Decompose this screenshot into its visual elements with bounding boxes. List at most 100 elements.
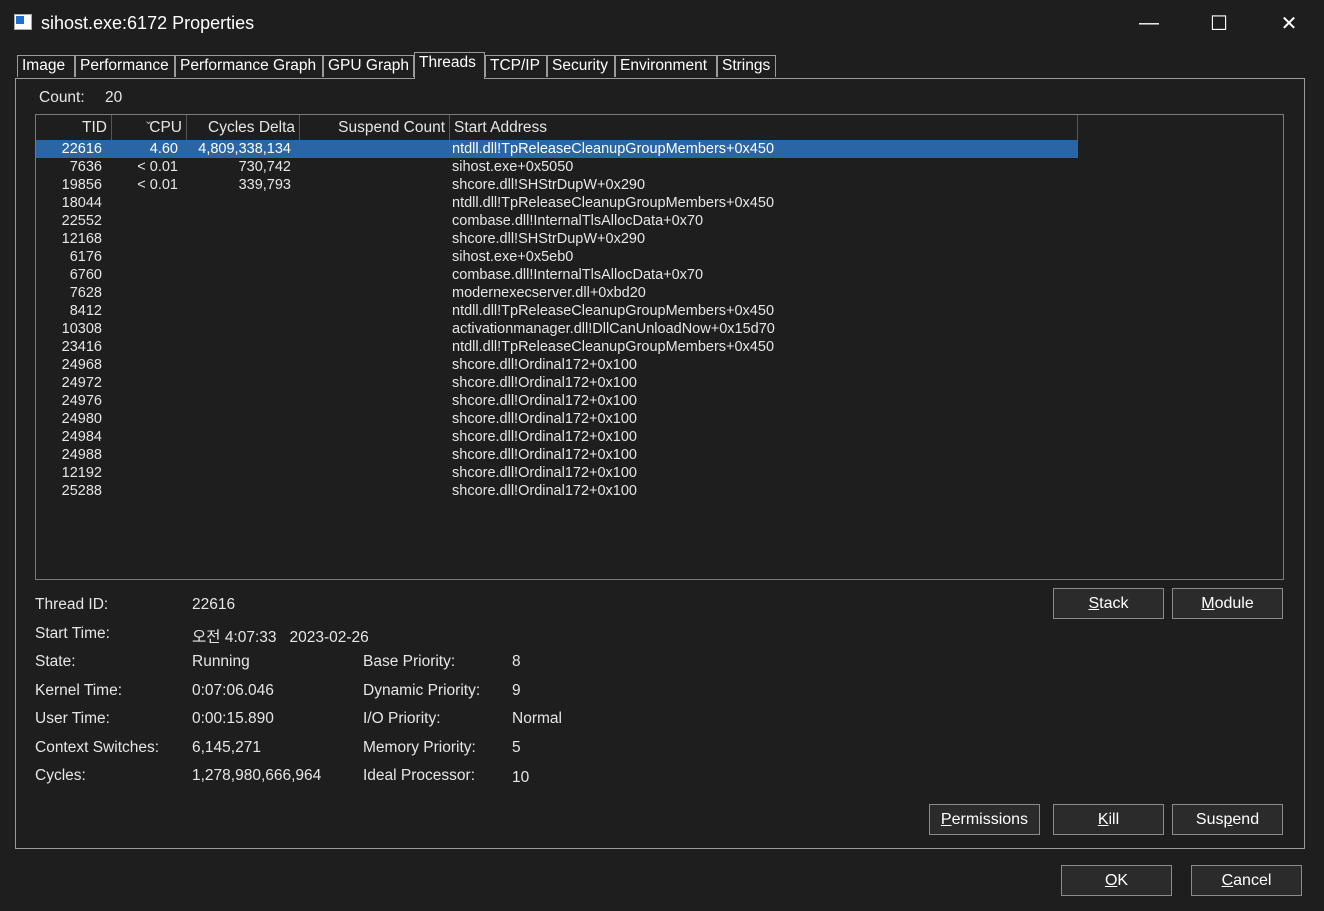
- tid-cell: 24984: [61, 429, 102, 445]
- cycles-delta-cell: 730,742: [238, 159, 291, 175]
- stack-accel: S: [1088, 595, 1100, 612]
- start-address-cell: modernexecserver.dll+0xbd20: [452, 285, 646, 301]
- close-button[interactable]: ✕: [1254, 0, 1324, 46]
- module-accel: M: [1201, 595, 1215, 612]
- maximize-button[interactable]: ☐: [1184, 0, 1254, 46]
- context-switches-value: 6,145,271: [192, 739, 261, 756]
- start-address-cell: shcore.dll!Ordinal172+0x100: [452, 483, 637, 499]
- tid-cell: 10308: [61, 321, 102, 337]
- sort-descending-icon: ⌄: [144, 115, 154, 127]
- table-row[interactable]: 24972 shcore.dll!Ordinal172+0x100: [36, 374, 1078, 392]
- suspend-button[interactable]: Suspend: [1172, 804, 1283, 835]
- tid-cell: 6176: [69, 249, 102, 265]
- table-row[interactable]: 22616 4.60 4,809,338,134 ntdll.dll!TpReleas…: [36, 140, 1078, 158]
- permissions-accel: P: [940, 811, 952, 828]
- thread-list[interactable]: TID ⌄ CPU Cycles Delta Suspend Count Sta…: [35, 114, 1284, 580]
- table-row[interactable]: 12192 shcore.dll!Ordinal172+0x100: [36, 464, 1078, 482]
- cycles-label: Cycles:: [35, 767, 86, 784]
- thread-id-label: Thread ID:: [35, 596, 109, 613]
- tid-cell: 22552: [61, 213, 102, 229]
- permissions-label: ermissions: [951, 811, 1029, 828]
- column-header-suspend-count[interactable]: Suspend Count: [300, 115, 450, 140]
- start-time-label: Start Time:: [35, 625, 110, 642]
- start-address-cell: shcore.dll!Ordinal172+0x100: [452, 375, 637, 391]
- tid-cell: 8412: [69, 303, 102, 319]
- start-address-cell: combase.dll!InternalTlsAllocData+0x70: [452, 213, 704, 229]
- table-row[interactable]: 6760 combase.dll!InternalTlsAllocData+0x7…: [36, 266, 1078, 284]
- list-header: TID ⌄ CPU Cycles Delta Suspend Count Sta…: [36, 115, 1078, 140]
- tab-gpu-graph[interactable]: GPU Graph: [323, 55, 414, 77]
- permissions-button[interactable]: Permissions: [929, 804, 1040, 835]
- stack-label: tack: [1099, 595, 1129, 612]
- table-row[interactable]: 23416 ntdll.dll!TpReleaseCleanupGroupMemb…: [36, 338, 1078, 356]
- tid-cell: 24988: [61, 447, 102, 463]
- table-row[interactable]: 12168 shcore.dll!SHStrDupW+0x290: [36, 230, 1078, 248]
- table-row[interactable]: 24968 shcore.dll!Ordinal172+0x100: [36, 356, 1078, 374]
- ideal-processor-label: Ideal Processor:: [363, 767, 475, 784]
- io-priority-label: I/O Priority:: [363, 710, 441, 727]
- ok-label: K: [1117, 872, 1129, 889]
- tab-tcpip[interactable]: TCP/IP: [485, 55, 547, 77]
- start-address-cell: activationmanager.dll!DllCanUnloadNow+0x…: [452, 321, 775, 337]
- start-address-cell: ntdll.dll!TpReleaseCleanupGroupMembers+0…: [452, 303, 775, 319]
- table-row[interactable]: 19856 < 0.01 339,793 shcore.dll!SHStrDupW+0…: [36, 176, 1078, 194]
- memory-priority-label: Memory Priority:: [363, 739, 476, 756]
- minimize-icon: —: [1139, 11, 1159, 34]
- tid-cell: 24980: [61, 411, 102, 427]
- table-row[interactable]: 22552 combase.dll!InternalTlsAllocData+0x…: [36, 212, 1078, 230]
- start-address-cell: shcore.dll!Ordinal172+0x100: [452, 393, 637, 409]
- table-row[interactable]: 25288 shcore.dll!Ordinal172+0x100: [36, 482, 1078, 500]
- context-switches-label: Context Switches:: [35, 739, 160, 756]
- kill-label: ill: [1108, 811, 1120, 828]
- cancel-button[interactable]: Cancel: [1191, 865, 1302, 896]
- minimize-button[interactable]: —: [1114, 0, 1184, 46]
- table-row[interactable]: 7628 modernexecserver.dll+0xbd20: [36, 284, 1078, 302]
- table-row[interactable]: 6176 sihost.exe+0x5eb0: [36, 248, 1078, 266]
- base-priority-value: 8: [512, 653, 521, 670]
- io-priority-value: Normal: [512, 710, 562, 727]
- table-row[interactable]: 18044 ntdll.dll!TpReleaseCleanupGroupMemb…: [36, 194, 1078, 212]
- table-row[interactable]: 8412 ntdll.dll!TpReleaseCleanupGroupMembe…: [36, 302, 1078, 320]
- table-row[interactable]: 24988 shcore.dll!Ordinal172+0x100: [36, 446, 1078, 464]
- thread-id-value: 22616: [192, 596, 236, 613]
- table-row[interactable]: 24976 shcore.dll!Ordinal172+0x100: [36, 392, 1078, 410]
- column-header-cpu-label: CPU: [149, 119, 182, 136]
- thread-rows: 22616 4.60 4,809,338,134 ntdll.dll!TpReleas…: [36, 140, 1283, 500]
- tab-environment[interactable]: Environment: [615, 55, 717, 77]
- column-header-cpu[interactable]: ⌄ CPU: [112, 115, 187, 140]
- module-button[interactable]: Module: [1172, 588, 1283, 619]
- tab-image[interactable]: Image: [17, 55, 75, 77]
- cycles-delta-cell: 339,793: [238, 177, 291, 193]
- ok-button[interactable]: OK: [1061, 865, 1172, 896]
- count-value: 20: [105, 89, 123, 106]
- stack-button[interactable]: Stack: [1053, 588, 1164, 619]
- tid-cell: 24972: [61, 375, 102, 391]
- suspend-label: end: [1232, 811, 1260, 828]
- tab-security[interactable]: Security: [547, 55, 615, 77]
- table-row[interactable]: 7636 < 0.01 730,742 sihost.exe+0x5050: [36, 158, 1078, 176]
- tab-threads[interactable]: Threads: [414, 52, 485, 79]
- tab-performance[interactable]: Performance: [75, 55, 175, 77]
- start-address-cell: shcore.dll!Ordinal172+0x100: [452, 447, 637, 463]
- tid-cell: 12168: [61, 231, 102, 247]
- column-header-tid[interactable]: TID: [36, 115, 112, 140]
- tab-performance-graph[interactable]: Performance Graph: [175, 55, 323, 77]
- ideal-processor-value: 10: [512, 769, 530, 786]
- tab-strings[interactable]: Strings: [717, 55, 776, 77]
- column-header-cycles-delta[interactable]: Cycles Delta: [187, 115, 300, 140]
- memory-priority-value: 5: [512, 739, 521, 756]
- kernel-time-value: 0:07:06.046: [192, 682, 274, 699]
- kill-accel: K: [1097, 811, 1109, 828]
- table-row[interactable]: 24980 shcore.dll!Ordinal172+0x100: [36, 410, 1078, 428]
- start-time-value: 오전 4:07:33 2023-02-26: [192, 629, 369, 646]
- maximize-icon: ☐: [1210, 12, 1228, 35]
- tid-cell: 25288: [61, 483, 102, 499]
- table-row[interactable]: 10308 activationmanager.dll!DllCanUnloadN…: [36, 320, 1078, 338]
- cancel-label: ancel: [1233, 872, 1272, 889]
- state-value: Running: [192, 653, 250, 670]
- table-row[interactable]: 24984 shcore.dll!Ordinal172+0x100: [36, 428, 1078, 446]
- base-priority-label: Base Priority:: [363, 653, 456, 670]
- start-address-cell: combase.dll!InternalTlsAllocData+0x70: [452, 267, 704, 283]
- column-header-start-address[interactable]: Start Address: [450, 115, 1078, 140]
- kill-button[interactable]: Kill: [1053, 804, 1164, 835]
